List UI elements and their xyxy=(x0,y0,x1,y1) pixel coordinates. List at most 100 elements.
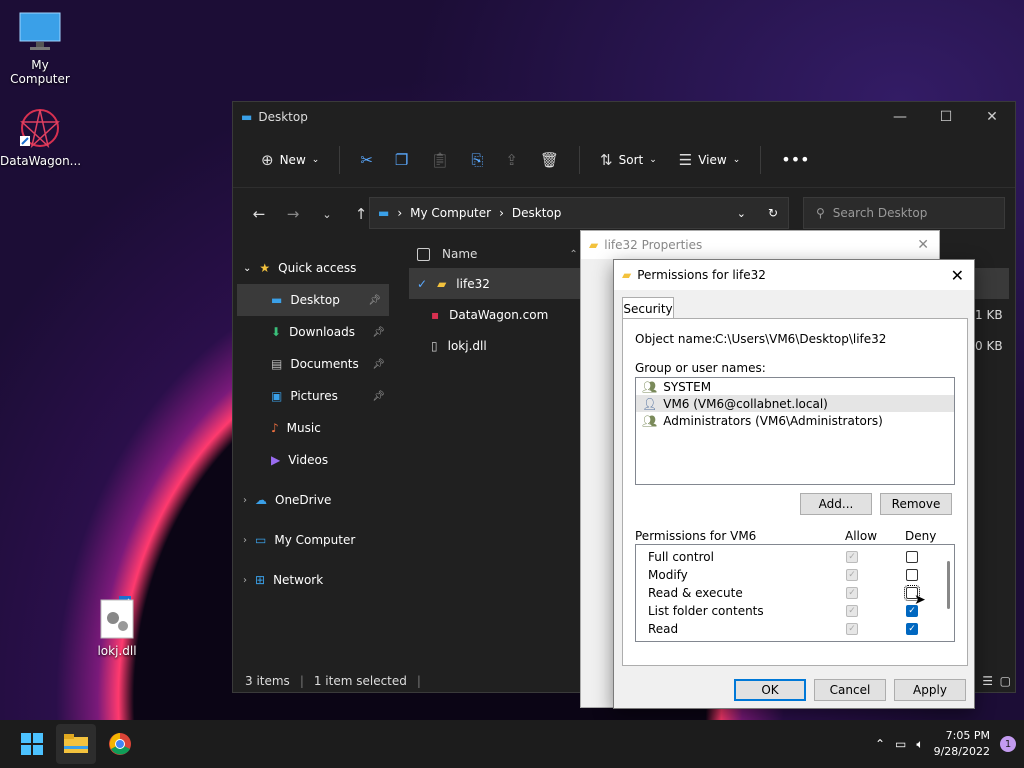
maximize-icon[interactable]: ☐ xyxy=(923,109,969,125)
share-button[interactable]: ⇪ xyxy=(497,147,526,173)
search-input[interactable]: Search Desktop xyxy=(833,206,928,220)
add-button[interactable]: Add... xyxy=(800,493,872,515)
breadcrumb-separator-icon: › xyxy=(499,206,504,220)
scrollbar-thumb[interactable] xyxy=(947,561,950,609)
chevron-down-icon: ⌄ xyxy=(732,154,741,165)
view-icon: ☰ xyxy=(678,150,693,169)
select-all-checkbox[interactable] xyxy=(417,247,430,261)
volume-icon[interactable]: 🔈︎ xyxy=(916,737,923,752)
explorer-titlebar[interactable]: ▬ Desktop — ☐ ✕ xyxy=(233,102,1015,132)
perm-row-read-execute: Read & execute ✓ xyxy=(636,584,954,602)
permissions-titlebar[interactable]: ▰ Permissions for life32 ✕ xyxy=(614,260,974,290)
selection-count: 1 item selected xyxy=(313,674,407,688)
sidebar-item-pictures[interactable]: ▣ Pictures 📌︎ xyxy=(233,380,393,412)
sidebar-item-videos[interactable]: ▶ Videos xyxy=(233,444,393,476)
share-icon: ⇪ xyxy=(505,150,518,169)
tab-security[interactable]: Security xyxy=(622,297,674,319)
dll-file-icon: ▯ xyxy=(431,338,438,353)
monitor-icon: ▭ xyxy=(255,533,267,547)
rename-button[interactable]: ⎘ xyxy=(463,147,491,173)
sidebar-item-network[interactable]: › ⊞ Network xyxy=(233,564,393,596)
address-bar[interactable]: ▬ › My Computer › Desktop ⌄ ↻ xyxy=(369,197,789,229)
sort-button[interactable]: ⇅ Sort ⌄ xyxy=(592,147,665,173)
object-name-label: Object name: xyxy=(635,332,716,346)
desktop-icon-lokj-dll[interactable]: lokj.dll xyxy=(77,596,157,658)
perm-row-list-folder: List folder contents ✓ ✓ xyxy=(636,602,954,620)
minimize-icon[interactable]: — xyxy=(877,109,923,125)
sidebar-item-desktop[interactable]: ▬ Desktop 📌︎ xyxy=(237,284,389,316)
remove-button[interactable]: Remove xyxy=(880,493,952,515)
navigation-pane: ⌄ ★ Quick access ▬ Desktop 📌︎ ⬇ Downloads 📌︎ ▤… xyxy=(233,252,393,662)
column-header-name[interactable]: Name xyxy=(442,247,477,261)
address-dropdown-icon[interactable]: ⌄ xyxy=(737,207,746,220)
sidebar-item-downloads[interactable]: ⬇ Downloads 📌︎ xyxy=(233,316,393,348)
copy-button[interactable]: ❐ xyxy=(387,147,416,173)
cut-button[interactable]: ✂ xyxy=(352,147,381,173)
clock[interactable]: 7:05 PM 9/28/2022 xyxy=(934,728,990,760)
perm-row-read: Read ✓ ✓ xyxy=(636,620,954,638)
search-box[interactable]: ⚲ Search Desktop xyxy=(803,197,1005,229)
breadcrumb-my-computer[interactable]: My Computer xyxy=(410,206,491,220)
clock-date: 9/28/2022 xyxy=(933,745,990,758)
tiles-view-icon[interactable]: ▢ xyxy=(1000,674,1011,688)
deny-checkbox[interactable] xyxy=(906,551,918,563)
deny-checkbox[interactable] xyxy=(906,569,918,581)
network-icon[interactable]: ▭ xyxy=(895,737,906,751)
cancel-button[interactable]: Cancel xyxy=(814,679,886,701)
sidebar-item-documents[interactable]: ▤ Documents 📌︎ xyxy=(233,348,393,380)
user-icon: 👤︎ xyxy=(642,396,658,411)
permissions-list: Full control ✓ Modify ✓ Read & execute ✓ Li… xyxy=(635,544,955,642)
sidebar-item-onedrive[interactable]: › ☁ OneDrive xyxy=(233,484,393,516)
group-list[interactable]: 👥︎ SYSTEM 👤︎ VM6 (VM6@collabnet.local) 👥︎ A… xyxy=(635,377,955,485)
taskbar-file-explorer[interactable] xyxy=(56,724,96,764)
view-button[interactable]: ☰ View ⌄ xyxy=(671,147,748,173)
allow-checkbox: ✓ xyxy=(846,623,858,635)
list-item[interactable]: 👤︎ VM6 (VM6@collabnet.local) xyxy=(636,395,954,412)
list-item[interactable]: 👥︎ SYSTEM xyxy=(636,378,954,395)
sidebar-item-quick-access[interactable]: ⌄ ★ Quick access xyxy=(233,252,393,284)
folder-icon: ▰ xyxy=(589,238,599,252)
folder-desktop-icon: ▬ xyxy=(241,110,253,124)
apply-button[interactable]: Apply xyxy=(894,679,966,701)
more-options-button[interactable]: ••• xyxy=(773,146,817,173)
ellipsis-icon: ••• xyxy=(781,150,810,169)
paste-icon: 📋︎ xyxy=(430,150,450,169)
desktop-icon-my-computer[interactable]: My Computer xyxy=(0,10,80,86)
document-icon: ▤ xyxy=(271,357,283,371)
ok-button[interactable]: OK xyxy=(734,679,806,701)
close-icon[interactable]: ✕ xyxy=(917,237,939,253)
desktop-icon-datawagon[interactable]: DataWagon... xyxy=(0,106,81,168)
close-icon[interactable]: ✕ xyxy=(969,109,1015,125)
refresh-icon[interactable]: ↻ xyxy=(768,206,778,220)
recent-chevron-icon[interactable]: ⌄ xyxy=(313,208,341,221)
search-icon: ⚲ xyxy=(816,206,825,220)
plus-circle-icon: ⊕ xyxy=(261,150,274,169)
item-count: 3 items xyxy=(245,674,290,688)
back-arrow-icon[interactable]: ← xyxy=(245,205,273,223)
close-icon[interactable]: ✕ xyxy=(951,266,974,285)
details-view-icon[interactable]: ☰ xyxy=(982,674,993,688)
picture-icon: ▣ xyxy=(271,389,283,403)
deny-checkbox[interactable]: ✓ xyxy=(906,623,918,635)
delete-button[interactable]: 🗑︎ xyxy=(532,147,567,173)
notification-badge[interactable]: 1 xyxy=(1000,736,1016,752)
forward-arrow-icon[interactable]: → xyxy=(279,205,307,223)
allow-checkbox: ✓ xyxy=(846,605,858,617)
allow-checkbox: ✓ xyxy=(846,551,858,563)
sidebar-item-music[interactable]: ♪ Music xyxy=(233,412,393,444)
list-item[interactable]: 👥︎ Administrators (VM6\Administrators) xyxy=(636,412,954,429)
new-button[interactable]: ⊕ New ⌄ xyxy=(253,147,327,173)
taskbar-chrome[interactable] xyxy=(100,724,140,764)
start-button[interactable] xyxy=(12,724,52,764)
properties-titlebar[interactable]: ▰ life32 Properties ✕ xyxy=(581,231,939,259)
folder-icon xyxy=(64,734,88,753)
chrome-icon xyxy=(109,733,131,755)
sort-up-icon: ⌃ xyxy=(569,248,578,260)
sidebar-item-my-computer[interactable]: › ▭ My Computer xyxy=(233,524,393,556)
mouse-cursor-icon: ➤ xyxy=(914,592,926,608)
group-names-label: Group or user names: xyxy=(635,361,766,375)
monitor-icon xyxy=(18,10,62,54)
chevron-up-icon[interactable]: ⌃ xyxy=(875,737,885,751)
breadcrumb-desktop[interactable]: Desktop xyxy=(512,206,562,220)
paste-button[interactable]: 📋︎ xyxy=(422,147,457,173)
